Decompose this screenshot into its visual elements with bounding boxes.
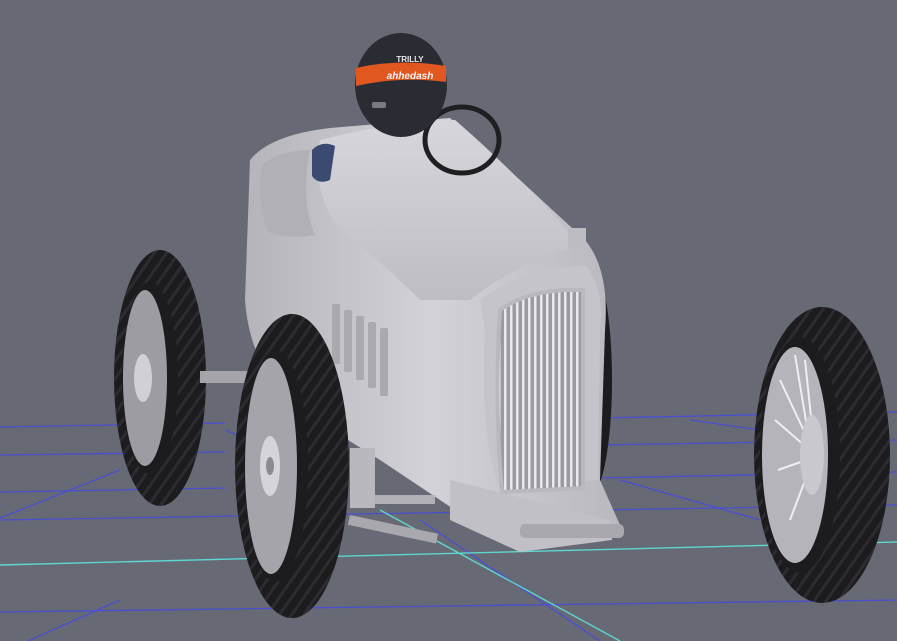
driver-helmet: TRILLY ahhedash (355, 33, 447, 137)
3d-viewport[interactable]: TRILLY ahhedash (0, 0, 897, 641)
helmet-brand-top: TRILLY (396, 55, 424, 64)
front-right-wheel (754, 307, 890, 603)
rear-left-wheel (114, 250, 206, 506)
axis-lines (0, 509, 897, 641)
radiator-grille (495, 287, 585, 495)
front-left-wheel (235, 314, 349, 618)
helmet-brand-main: ahhedash (387, 71, 434, 82)
cowl-vent (568, 228, 586, 248)
